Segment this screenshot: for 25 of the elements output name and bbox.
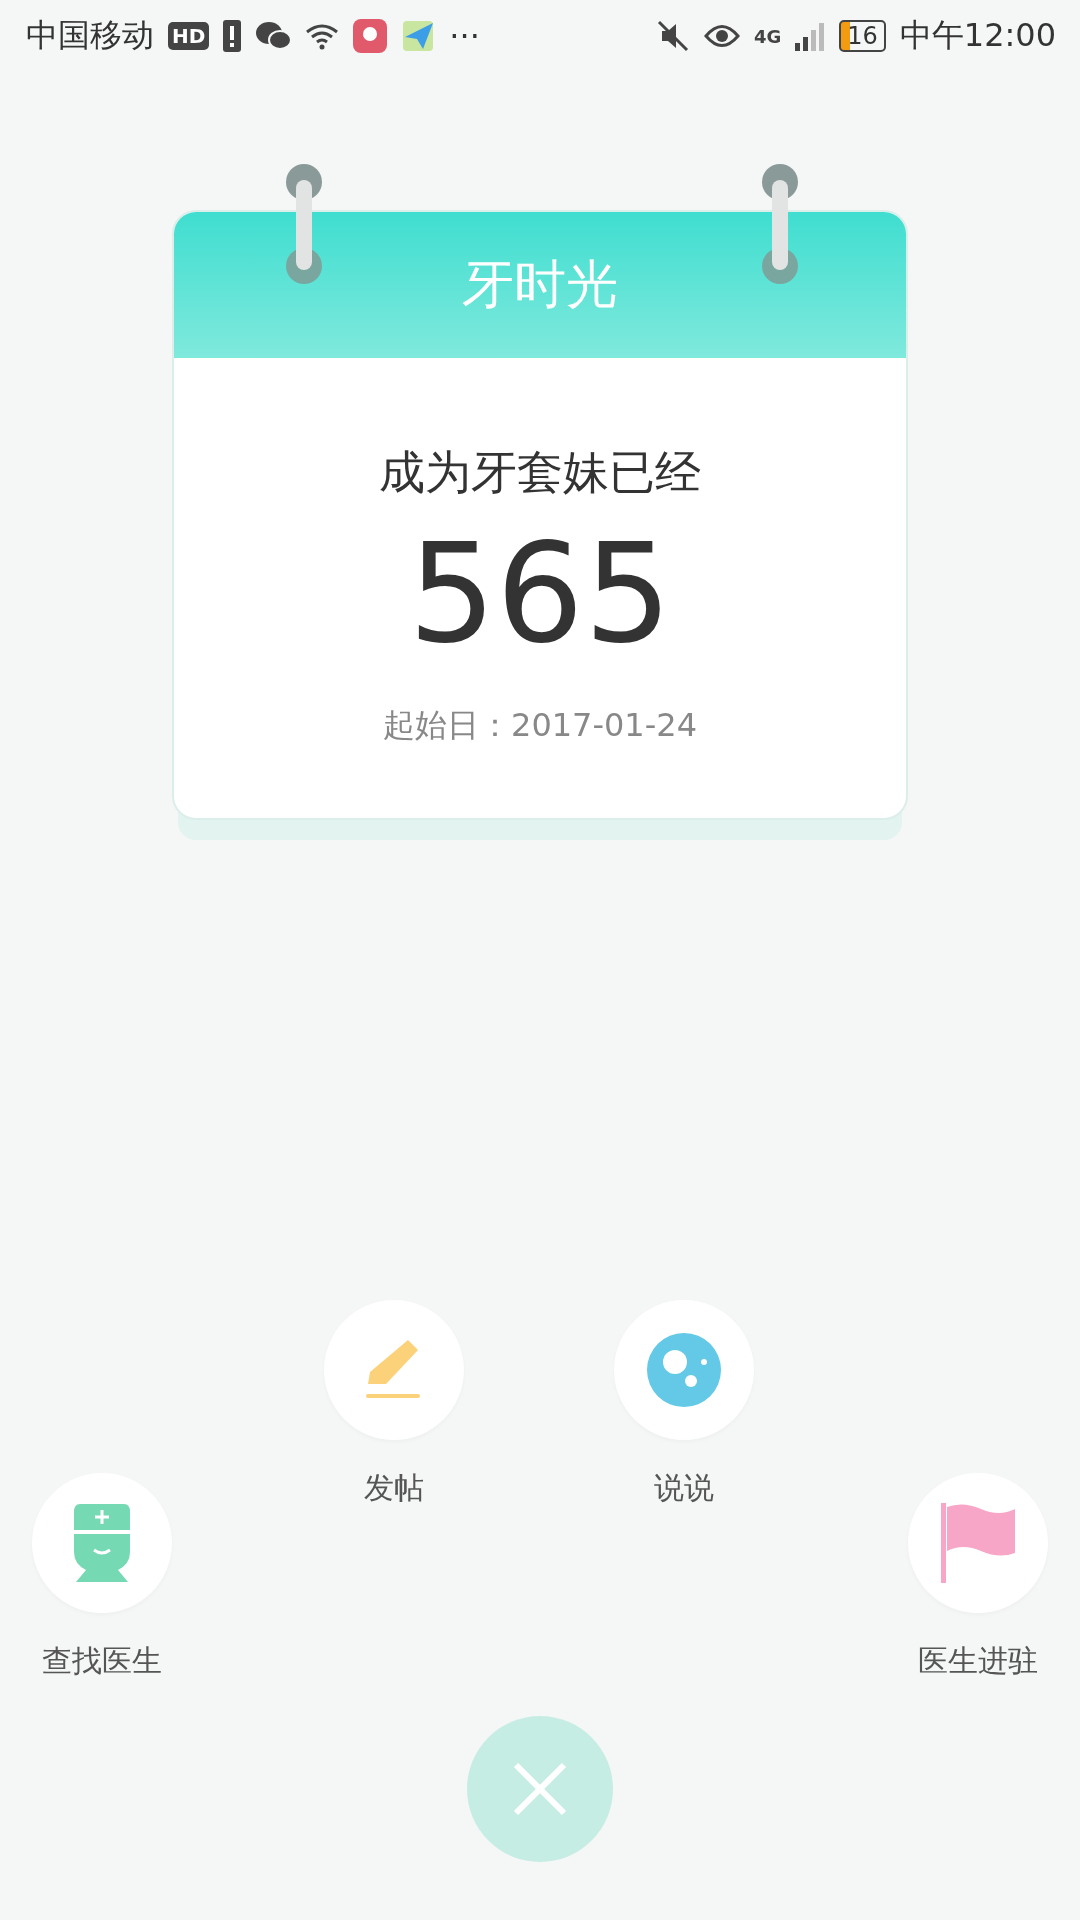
day-count: 565 xyxy=(408,518,672,670)
bubble-icon xyxy=(646,1331,722,1408)
action-label: 医生进驻 xyxy=(918,1641,1038,1680)
chat-icon xyxy=(255,21,292,51)
action-label: 发帖 xyxy=(364,1468,424,1507)
calendar-caption: 成为牙套妹已经 xyxy=(379,444,701,501)
close-icon xyxy=(512,1760,568,1817)
mute-icon xyxy=(655,19,690,53)
carrier-name: 中国移动 xyxy=(26,15,154,56)
action-label: 查找医生 xyxy=(42,1641,162,1680)
calendar-title: 牙时光 xyxy=(462,253,618,316)
network-type: 4G xyxy=(753,25,782,47)
hd-badge: HD xyxy=(168,22,210,50)
eye-icon xyxy=(703,23,740,49)
alert-icon xyxy=(223,20,242,52)
paper-plane-icon xyxy=(401,19,436,53)
more-notifications: ··· xyxy=(449,17,480,55)
signal-icon xyxy=(795,21,826,51)
wifi-icon xyxy=(305,22,340,50)
start-date: 起始日：2017-01-24 xyxy=(383,704,697,746)
app-icon xyxy=(353,19,388,53)
flag-icon xyxy=(941,1502,1015,1583)
clock-time: 中午12:00 xyxy=(899,15,1056,56)
battery-level: 16 xyxy=(839,20,886,52)
action-label: 说说 xyxy=(654,1468,714,1507)
